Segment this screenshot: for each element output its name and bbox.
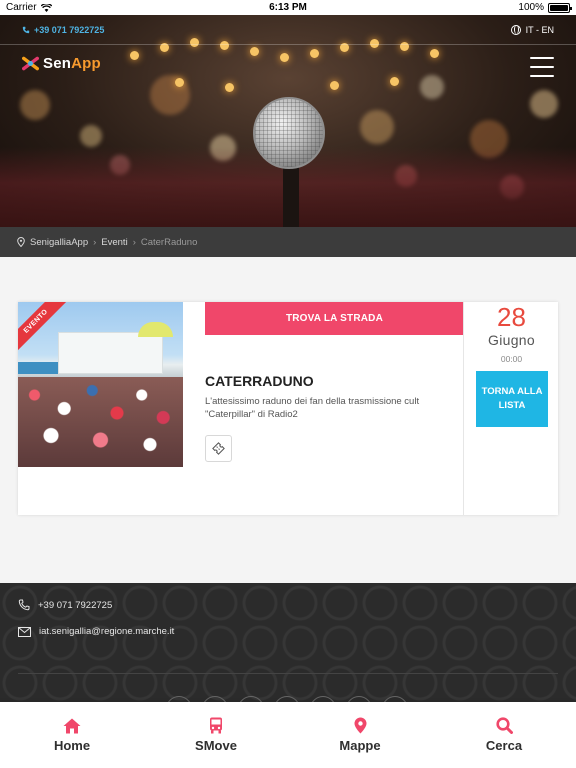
search-icon xyxy=(495,717,513,734)
phone-icon xyxy=(18,599,30,611)
footer: +39 071 7922725 iat.senigallia@regione.m… xyxy=(0,583,576,703)
hero-banner xyxy=(0,15,576,227)
phone-icon xyxy=(22,26,30,33)
nav-home-label: Home xyxy=(53,737,91,753)
event-card: EVENTO TROVA LA STRADA CATERRADUNO L'att… xyxy=(18,302,558,515)
footer-email[interactable]: iat.senigallia@regione.marche.it xyxy=(18,626,174,637)
location-pin-icon xyxy=(17,237,25,247)
status-time: 6:13 PM xyxy=(269,2,307,13)
mail-icon xyxy=(18,626,31,637)
breadcrumb-current: CaterRaduno xyxy=(140,236,198,248)
status-bar: Carrier 6:13 PM 100% xyxy=(0,0,576,15)
ticket-icon[interactable] xyxy=(205,435,232,462)
bottom-navigation: Home SMove Mappe Cerca xyxy=(0,702,576,768)
language-text: IT - EN xyxy=(525,24,554,35)
main-content: EVENTO TROVA LA STRADA CATERRADUNO L'att… xyxy=(0,257,576,583)
bus-icon xyxy=(210,717,222,734)
breadcrumb-home[interactable]: SenigalliaApp xyxy=(30,237,88,248)
event-day: 28 xyxy=(497,302,526,332)
breadcrumb: SenigalliaApp › Eventi › CaterRaduno xyxy=(0,227,576,257)
event-image: EVENTO xyxy=(18,302,183,467)
event-date-column: 28 Giugno 00:00 TORNA ALLA LISTA xyxy=(463,302,558,515)
nav-smove[interactable]: SMove xyxy=(144,702,288,768)
top-info-bar: +39 071 7922725 IT - EN xyxy=(0,15,576,45)
breadcrumb-separator: › xyxy=(93,236,97,248)
senapp-logo[interactable]: SenApp xyxy=(22,55,101,72)
nav-mappe-label: Mappe xyxy=(339,738,381,753)
nav-cerca[interactable]: Cerca xyxy=(432,702,576,768)
footer-phone-text: +39 071 7922725 xyxy=(38,599,113,611)
logo-text-sen: Sen xyxy=(43,55,72,72)
microphone-image xyxy=(253,97,325,169)
footer-email-text: iat.senigallia@regione.marche.it xyxy=(39,626,175,637)
home-icon xyxy=(63,718,81,733)
nav-cerca-label: Cerca xyxy=(485,738,523,753)
logo-mark-icon xyxy=(22,56,39,71)
nav-home[interactable]: Home xyxy=(0,702,144,768)
breadcrumb-separator: › xyxy=(132,236,136,248)
breadcrumb-events[interactable]: Eventi xyxy=(101,237,127,248)
nav-mappe[interactable]: Mappe xyxy=(288,702,432,768)
event-time: 00:00 xyxy=(500,354,523,364)
microphone-stand xyxy=(283,167,299,227)
battery-percent: 100% xyxy=(518,2,544,13)
event-description: L'attesissimo raduno dei fan della trasm… xyxy=(205,396,420,420)
map-pin-icon xyxy=(354,717,366,734)
footer-phone[interactable]: +39 071 7922725 xyxy=(18,599,112,611)
hamburger-menu-icon[interactable] xyxy=(530,57,554,77)
status-right: 100% xyxy=(518,2,572,13)
header-phone-text: +39 071 7922725 xyxy=(34,24,105,35)
logo-text-app: App xyxy=(71,55,101,72)
back-to-list-button[interactable]: TORNA ALLA LISTA xyxy=(476,371,548,427)
nav-smove-label: SMove xyxy=(195,738,237,753)
wifi-icon xyxy=(40,3,52,12)
find-route-button[interactable]: TROVA LA STRADA xyxy=(205,302,464,335)
header-phone-link[interactable]: +39 071 7922725 xyxy=(22,25,104,35)
carrier-label: Carrier xyxy=(6,2,37,13)
language-switch[interactable]: IT - EN xyxy=(510,24,554,35)
status-left: Carrier xyxy=(6,2,52,13)
event-month: Giugno xyxy=(488,332,535,348)
battery-icon xyxy=(548,2,572,13)
footer-divider xyxy=(18,673,558,674)
event-title: CATERRADUNO xyxy=(205,373,314,389)
globe-icon xyxy=(510,24,521,35)
logo-text: SenApp xyxy=(43,55,101,72)
